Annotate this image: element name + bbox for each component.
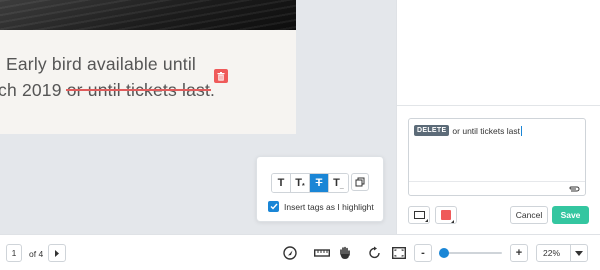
fit-page-icon[interactable] [389, 244, 409, 262]
bottom-toolbar: 1 of 4 - + 22% [0, 234, 600, 270]
delete-marker-icon[interactable] [214, 69, 228, 83]
comment-input[interactable]: DELETE or until tickets last [408, 118, 586, 196]
text-caret [520, 125, 522, 136]
struck-text[interactable]: or until tickets last [67, 80, 210, 100]
cancel-button[interactable]: Cancel [510, 206, 548, 224]
page-text-prefix: ch 2019 [0, 80, 67, 100]
tool-text-bold-icon[interactable]: T [272, 174, 291, 192]
rectangle-icon [413, 211, 428, 222]
play-right-icon [55, 249, 59, 257]
insert-tags-checkbox-row[interactable]: Insert tags as I highlight [268, 201, 374, 212]
comment-content[interactable]: DELETE or until tickets last [414, 125, 522, 136]
page-number-input[interactable]: 1 [6, 244, 22, 262]
navigate-icon[interactable] [280, 244, 300, 262]
page-text-line-1: Early bird available until [6, 54, 197, 74]
zoom-select-divider [570, 245, 571, 261]
tool-strikethrough-icon[interactable]: T [310, 174, 329, 192]
tool-label: T [315, 177, 323, 189]
ruler-icon[interactable] [312, 244, 332, 262]
zoom-out-button[interactable]: - [414, 244, 432, 262]
tool-text-subscript-icon[interactable]: T * [291, 174, 310, 192]
insert-tags-label: Insert tags as I highlight [284, 201, 374, 212]
document-viewport[interactable]: Early bird available until ch 2019 or un… [0, 0, 396, 234]
highlight-options-popup: T T * T T _ Insert tags as I highlight [256, 156, 384, 222]
next-page-button[interactable] [48, 244, 66, 262]
save-button[interactable]: Save [552, 206, 589, 224]
zoom-in-button[interactable]: + [510, 244, 528, 262]
comment-panel: DELETE or until tickets last Cancel Save [396, 0, 600, 234]
delete-tag: DELETE [414, 125, 450, 136]
page-header-image [0, 0, 296, 30]
chevron-down-icon [575, 251, 583, 256]
panel-divider [397, 105, 600, 106]
tool-label: T [333, 177, 340, 189]
markup-tool-group: T T * T T _ [271, 173, 349, 193]
rotate-icon[interactable] [365, 244, 385, 262]
tool-text-insert-icon[interactable]: T _ [329, 174, 348, 192]
color-picker-button[interactable] [435, 206, 457, 224]
hand-icon[interactable] [335, 244, 355, 262]
shape-style-button[interactable] [408, 206, 430, 224]
page-text-line-2: ch 2019 or until tickets last. [0, 80, 215, 101]
comment-text-value: or until tickets last [452, 125, 520, 136]
insert-tags-checkbox[interactable] [268, 201, 279, 212]
zoom-slider-handle[interactable] [438, 248, 449, 258]
comment-footer-divider [409, 181, 585, 182]
page-count-label: of 4 [29, 249, 44, 259]
paperclip-icon[interactable] [568, 184, 580, 194]
tool-label: T [295, 177, 302, 189]
zoom-level-value: 22% [543, 248, 561, 258]
color-swatch-icon [441, 210, 454, 223]
document-page[interactable]: Early bird available until ch 2019 or un… [0, 0, 296, 134]
zoom-level-select[interactable]: 22% [536, 244, 588, 262]
copy-icon[interactable] [351, 173, 369, 191]
zoom-slider[interactable] [438, 248, 502, 258]
